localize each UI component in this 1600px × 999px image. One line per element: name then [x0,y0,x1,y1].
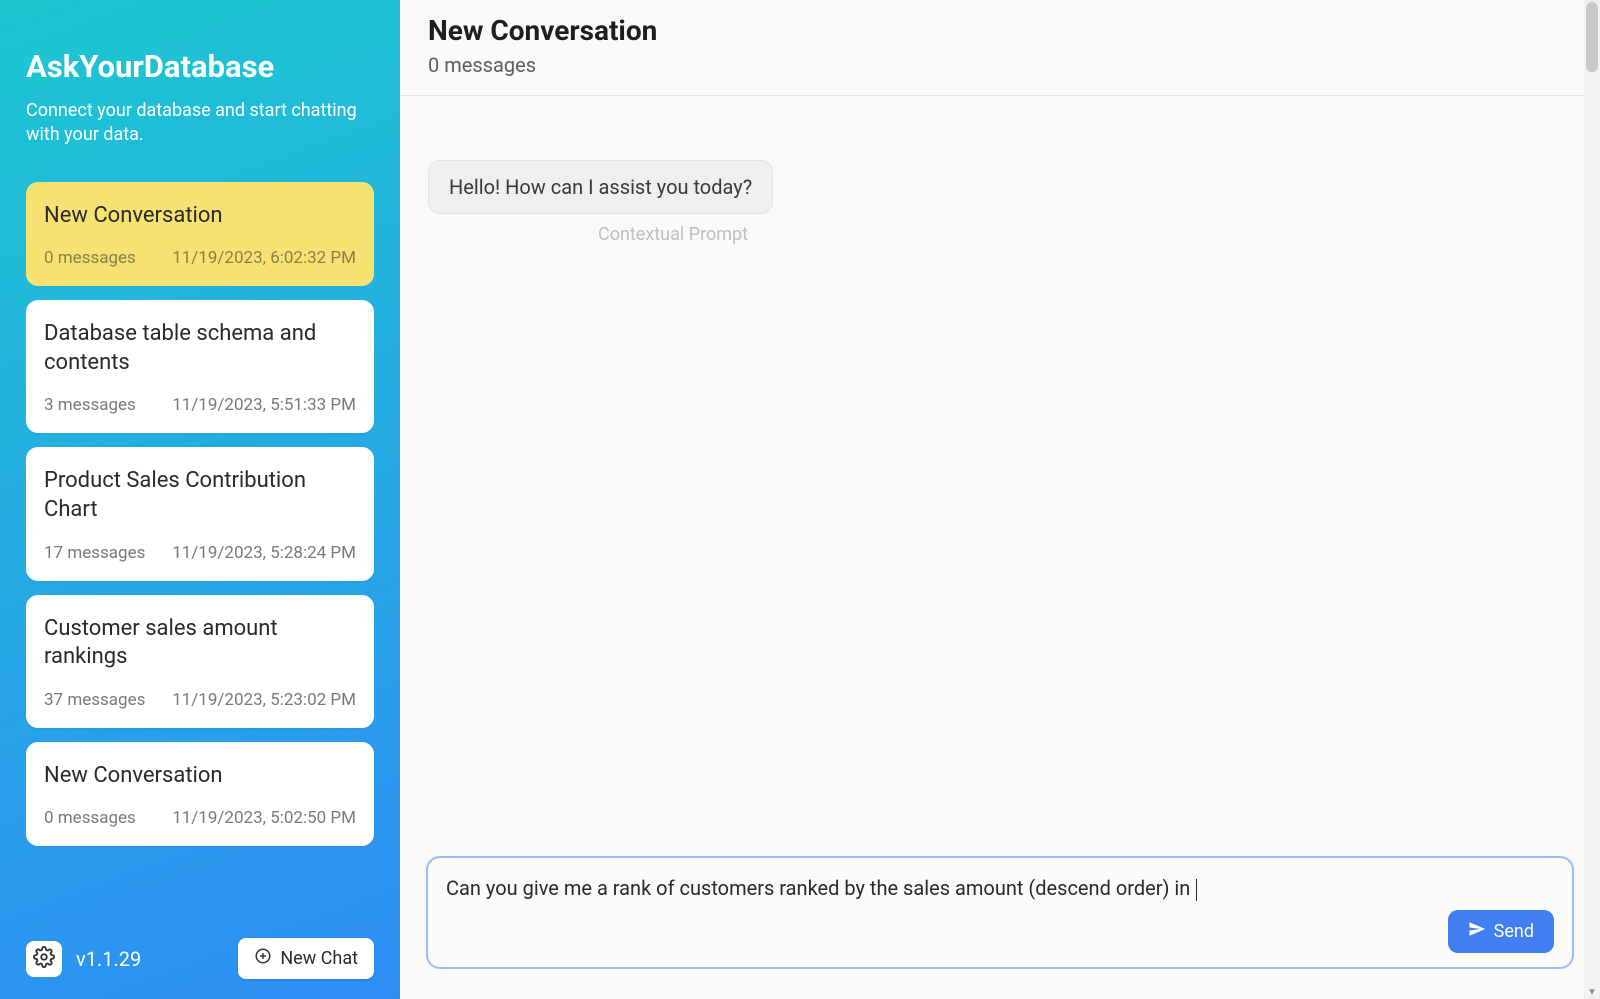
sidebar: AskYourDatabase Connect your database an… [0,0,400,999]
conversation-message-count: 17 messages [44,543,145,563]
conversation-timestamp: 11/19/2023, 5:02:50 PM [172,808,356,828]
conversation-list: New Conversation 0 messages 11/19/2023, … [26,182,374,999]
text-caret [1196,879,1197,901]
conversation-title: New Conversation [44,202,356,231]
conversation-item[interactable]: New Conversation 0 messages 11/19/2023, … [26,742,374,847]
message-count: 0 messages [428,53,1572,77]
message-input-box[interactable]: Can you give me a rank of customers rank… [426,856,1574,969]
new-chat-button[interactable]: New Chat [238,938,374,979]
conversation-message-count: 37 messages [44,690,145,710]
contextual-prompt-label: Contextual Prompt [598,224,1572,245]
window-scrollbar[interactable]: ▾ [1584,0,1600,999]
plus-circle-icon [254,947,272,970]
send-label: Send [1494,921,1534,942]
input-row: Can you give me a rank of customers rank… [400,844,1600,999]
conversation-timestamp: 11/19/2023, 5:23:02 PM [172,690,356,710]
app-version: v1.1.29 [76,947,141,971]
page-title: New Conversation [428,14,1572,47]
conversation-title: New Conversation [44,762,356,791]
conversation-title: Product Sales Contribution Chart [44,467,356,524]
settings-button[interactable] [26,941,62,977]
conversation-item[interactable]: Customer sales amount rankings 37 messag… [26,595,374,728]
app-title: AskYourDatabase [26,48,374,85]
conversation-item[interactable]: Product Sales Contribution Chart 17 mess… [26,447,374,580]
sidebar-footer: v1.1.29 New Chat [26,938,374,979]
conversation-message-count: 0 messages [44,808,136,828]
gear-icon [33,946,55,972]
conversation-message-count: 3 messages [44,395,136,415]
conversation-timestamp: 11/19/2023, 5:51:33 PM [172,395,356,415]
new-chat-label: New Chat [280,948,358,969]
scrollbar-down-arrow-icon[interactable]: ▾ [1584,983,1600,999]
conversation-message-count: 0 messages [44,248,136,268]
conversation-title: Database table schema and contents [44,320,356,377]
conversation-item[interactable]: Database table schema and contents 3 mes… [26,300,374,433]
main-header: New Conversation 0 messages [400,0,1600,96]
conversation-item[interactable]: New Conversation 0 messages 11/19/2023, … [26,182,374,287]
paper-plane-icon [1468,920,1486,943]
conversation-timestamp: 11/19/2023, 5:28:24 PM [172,543,356,563]
conversation-title: Customer sales amount rankings [44,615,356,672]
message-input[interactable]: Can you give me a rank of customers rank… [446,874,1554,902]
send-button[interactable]: Send [1448,910,1554,953]
scrollbar-thumb[interactable] [1586,2,1598,72]
app-subtitle: Connect your database and start chatting… [26,99,366,148]
conversation-timestamp: 11/19/2023, 6:02:32 PM [172,248,356,268]
chat-area: Hello! How can I assist you today? Conte… [400,96,1600,844]
main: New Conversation 0 messages Hello! How c… [400,0,1600,999]
assistant-message: Hello! How can I assist you today? [428,160,773,214]
message-input-text: Can you give me a rank of customers rank… [446,876,1195,900]
